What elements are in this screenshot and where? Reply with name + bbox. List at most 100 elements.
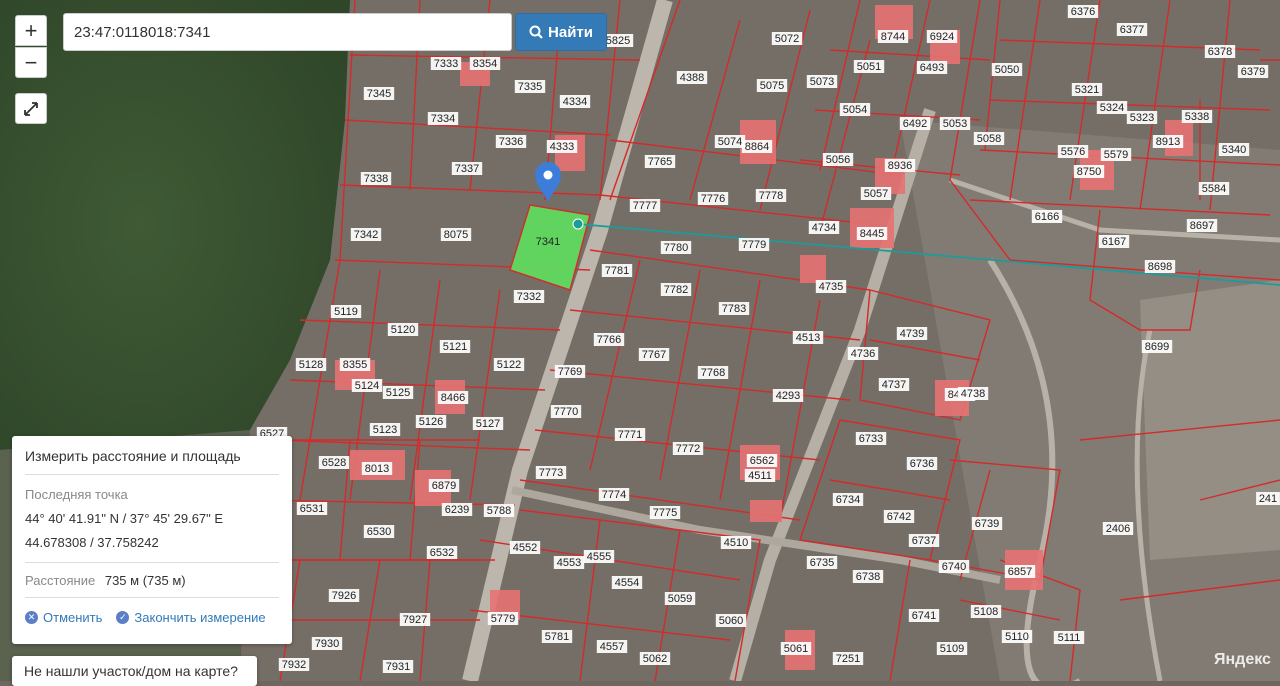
plot-label[interactable]: 5584 (1202, 183, 1226, 195)
plot-label[interactable]: 7768 (701, 367, 725, 379)
plot-label[interactable]: 5060 (719, 615, 743, 627)
plot-label[interactable]: 8864 (745, 141, 769, 153)
plot-label[interactable]: 6740 (942, 561, 966, 573)
plot-label[interactable]: 6879 (432, 480, 456, 492)
plot-label[interactable]: 8355 (343, 359, 367, 371)
plot-label[interactable]: 7332 (517, 291, 541, 303)
plot-label[interactable]: 6734 (836, 494, 860, 506)
plot-label[interactable]: 6733 (859, 433, 883, 445)
plot-label[interactable]: 5054 (843, 104, 867, 116)
plot-label[interactable]: 5058 (977, 133, 1001, 145)
plot-label[interactable]: 5576 (1061, 146, 1085, 158)
plot-label[interactable]: 7334 (431, 113, 455, 125)
plot-label[interactable]: 5061 (784, 643, 808, 655)
plot-label[interactable]: 6736 (910, 458, 934, 470)
plot-label[interactable]: 6738 (856, 571, 880, 583)
plot-label[interactable]: 4510 (724, 537, 748, 549)
plot-label[interactable]: 7342 (354, 229, 378, 241)
plot-label[interactable]: 4552 (513, 542, 537, 554)
plot-label[interactable]: 7927 (403, 614, 427, 626)
plot-label[interactable]: 7771 (618, 429, 642, 441)
plot-label[interactable]: 6167 (1102, 236, 1126, 248)
plot-label[interactable]: 4334 (563, 96, 587, 108)
finish-measure-button[interactable]: ✓ Закончить измерение (116, 610, 266, 625)
plot-label[interactable]: 5056 (826, 154, 850, 166)
plot-label[interactable]: 8354 (473, 58, 497, 70)
plot-label[interactable]: 6924 (930, 31, 954, 43)
plot-label[interactable]: 4555 (587, 551, 611, 563)
plot-label[interactable]: 7335 (518, 81, 542, 93)
plot-label[interactable]: 7774 (602, 489, 626, 501)
plot-label[interactable]: 5062 (643, 653, 667, 665)
plot-label[interactable]: 7777 (633, 200, 657, 212)
plot-label[interactable]: 7778 (759, 190, 783, 202)
plot-label[interactable]: 7769 (558, 366, 582, 378)
plot-label[interactable]: 7337 (455, 163, 479, 175)
plot-label[interactable]: 6742 (887, 511, 911, 523)
plot-label[interactable]: 5126 (419, 416, 443, 428)
plot-label[interactable]: 6376 (1071, 6, 1095, 18)
measure-point[interactable] (572, 218, 584, 230)
plot-label[interactable]: 7767 (642, 349, 666, 361)
plot-label[interactable]: 5074 (718, 136, 742, 148)
plot-label[interactable]: 5321 (1075, 84, 1099, 96)
plot-label[interactable]: 7931 (386, 661, 410, 673)
plot-label[interactable]: 4557 (600, 641, 624, 653)
plot-label[interactable]: 5825 (606, 35, 630, 47)
plot-label[interactable]: 7765 (648, 156, 672, 168)
plot-label[interactable]: 8936 (888, 160, 912, 172)
plot-label[interactable]: 5579 (1104, 149, 1128, 161)
plot-label[interactable]: 8445 (860, 228, 884, 240)
fullscreen-button[interactable] (15, 93, 47, 124)
plot-label[interactable]: 6562 (750, 455, 774, 467)
plot-label[interactable]: 5123 (373, 424, 397, 436)
plot-label[interactable]: 4736 (851, 348, 875, 360)
plot-label[interactable]: 5122 (497, 359, 521, 371)
plot-label[interactable]: 4293 (776, 390, 800, 402)
plot-label[interactable]: 6530 (367, 526, 391, 538)
plot-label[interactable]: 5125 (386, 387, 410, 399)
plot-label[interactable]: 4735 (819, 281, 843, 293)
plot-label[interactable]: 6166 (1035, 211, 1059, 223)
not-found-link[interactable]: Не нашли участок/дом на карте? (12, 656, 257, 686)
plot-label[interactable]: 8075 (444, 229, 468, 241)
plot-label[interactable]: 8744 (881, 31, 905, 43)
plot-label[interactable]: 7341 (536, 236, 560, 248)
plot-label[interactable]: 5120 (391, 324, 415, 336)
plot-label[interactable]: 8913 (1156, 136, 1180, 148)
plot-label[interactable]: 241 (1259, 493, 1277, 505)
plot-label[interactable]: 8699 (1145, 341, 1169, 353)
plot-label[interactable]: 7776 (701, 193, 725, 205)
plot-label[interactable]: 5059 (668, 593, 692, 605)
plot-label[interactable]: 4511 (748, 470, 772, 482)
plot-label[interactable]: 5119 (334, 306, 358, 318)
search-button[interactable]: Найти (515, 13, 607, 51)
plot-label[interactable]: 7779 (742, 239, 766, 251)
plot-label[interactable]: 6531 (300, 503, 324, 515)
plot-label[interactable]: 2406 (1106, 523, 1130, 535)
plot-label[interactable]: 5338 (1185, 111, 1209, 123)
plot-label[interactable]: 6739 (975, 518, 999, 530)
plot-label[interactable]: 5781 (545, 631, 569, 643)
plot-label[interactable]: 4737 (882, 379, 906, 391)
plot-label[interactable]: 5121 (443, 341, 467, 353)
plot-label[interactable]: 5111 (1058, 632, 1081, 644)
plot-label[interactable]: 5124 (355, 380, 379, 392)
plot-label[interactable]: 4513 (796, 332, 820, 344)
plot-label[interactable]: 6741 (912, 610, 936, 622)
plot-label[interactable]: 5108 (974, 606, 998, 618)
plot-label[interactable]: 4553 (557, 557, 581, 569)
plot-label[interactable]: 4388 (680, 72, 704, 84)
plot-label[interactable]: 7766 (597, 334, 621, 346)
plot-label[interactable]: 8697 (1190, 220, 1214, 232)
plot-label[interactable]: 7930 (315, 638, 339, 650)
plot-label[interactable]: 7775 (653, 507, 677, 519)
search-input[interactable] (63, 13, 512, 51)
plot-label[interactable]: 7780 (664, 242, 688, 254)
plot-label[interactable]: 7345 (367, 88, 391, 100)
plot-label[interactable]: 7783 (722, 303, 746, 315)
plot-label[interactable]: 5053 (943, 118, 967, 130)
plot-label[interactable]: 7773 (539, 467, 563, 479)
zoom-in-button[interactable]: + (15, 15, 47, 46)
plot-label[interactable]: 7338 (364, 173, 388, 185)
